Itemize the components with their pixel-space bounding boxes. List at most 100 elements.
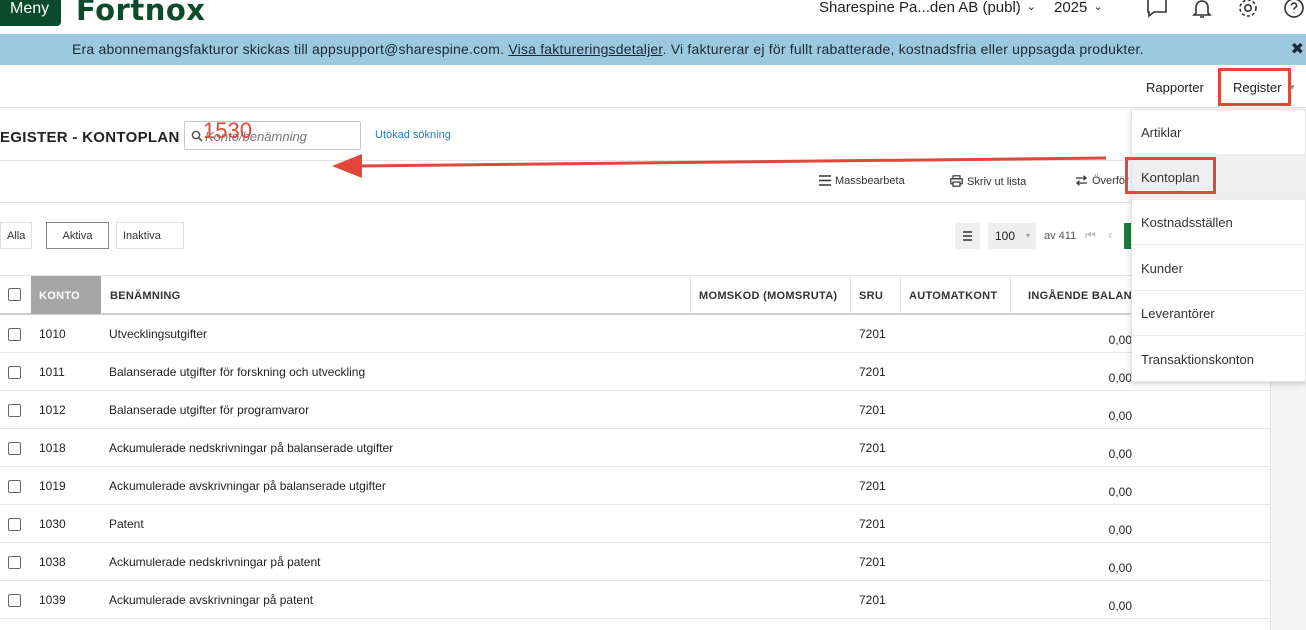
close-icon[interactable]: ✖	[1291, 34, 1304, 65]
cell-benamning: Ackumulerade avskrivningar på patent	[109, 593, 314, 607]
col-ingaende-balans[interactable]: INGÅENDE BALANS	[1028, 276, 1132, 314]
prev-page-icon[interactable]: ‹	[1108, 227, 1112, 242]
register-dropdown: Artiklar Kontoplan Kostnadsställen Kunde…	[1131, 109, 1306, 382]
table-row[interactable]: 1038 Ackumulerade nedskrivningar på pate…	[0, 543, 1270, 581]
cell-benamning: Ackumulerade nedskrivningar på balansera…	[109, 441, 394, 455]
select-all-checkbox[interactable]	[8, 288, 21, 301]
dropdown-item-kostnadsstallen[interactable]: Kostnadsställen	[1132, 200, 1306, 245]
table-header: KONTO BENÄMNING MOMSKOD (MOMSRUTA) SRU A…	[0, 275, 1270, 315]
help-icon[interactable]	[1282, 0, 1306, 20]
row-checkbox[interactable]	[8, 366, 21, 379]
cell-sru: 7201	[859, 365, 886, 379]
cell-balans: 0,00	[1108, 409, 1132, 423]
dropdown-item-leverantorer[interactable]: Leverantörer	[1132, 291, 1306, 336]
filter-inactive[interactable]: Inaktiva	[116, 222, 184, 249]
cell-benamning: Ackumulerade nedskrivningar på patent	[109, 555, 321, 569]
col-automatkont[interactable]: AUTOMATKONT	[909, 276, 997, 314]
page-title: EGISTER - KONTOPLAN	[0, 129, 180, 146]
table-row[interactable]: 1039 Ackumulerade avskrivningar på paten…	[0, 581, 1270, 619]
table-row[interactable]: 1030 Patent 7201 0,00	[0, 505, 1270, 543]
bulk-edit-button[interactable]: Massbearbeta	[819, 175, 905, 187]
col-sru[interactable]: SRU	[859, 276, 883, 314]
cell-benamning: Balanserade utgifter för programvaror	[109, 403, 310, 417]
transfer-button[interactable]: Överför	[1075, 175, 1129, 187]
table-row[interactable]: 1011 Balanserade utgifter för forskning …	[0, 353, 1270, 391]
transfer-icon	[1076, 175, 1087, 186]
chevron-down-icon: ⌄	[1093, 1, 1103, 13]
dropdown-item-kunder[interactable]: Kunder	[1132, 246, 1306, 291]
banner-text: Era abonnemangsfakturor skickas till app…	[72, 41, 1144, 57]
search-icon	[191, 129, 203, 147]
fortnox-logo[interactable]: Fortnox	[76, 0, 206, 27]
billing-banner: Era abonnemangsfakturor skickas till app…	[0, 34, 1306, 65]
divider	[0, 202, 1130, 203]
cell-balans: 0,00	[1108, 561, 1132, 575]
top-bar: Meny Fortnox Sharespine Pa...den AB (pub…	[0, 0, 1306, 34]
table-row[interactable]: 1019 Ackumulerade avskrivningar på balan…	[0, 467, 1270, 505]
cell-benamning: Utvecklingsutgifter	[109, 327, 208, 341]
table-row[interactable]: 1018 Ackumulerade nedskrivningar på bala…	[0, 429, 1270, 467]
secondary-nav: Rapporter Register ▾	[0, 65, 1306, 108]
cell-sru: 7201	[859, 593, 886, 607]
cell-konto: 1039	[39, 593, 66, 607]
row-checkbox[interactable]	[8, 480, 21, 493]
cell-balans: 0,00	[1108, 333, 1132, 347]
col-divider	[850, 276, 851, 314]
printer-icon	[950, 175, 963, 187]
dropdown-item-artiklar[interactable]: Artiklar	[1132, 110, 1306, 155]
row-checkbox[interactable]	[8, 328, 21, 341]
cell-benamning: Ackumulerade avskrivningar på balanserad…	[109, 479, 386, 493]
advanced-search-link[interactable]: Utökad sökning	[375, 129, 451, 141]
cell-sru: 7201	[859, 403, 886, 417]
billing-details-link[interactable]: Visa faktureringsdetaljer	[508, 41, 662, 57]
pager-total: av 411	[1044, 230, 1077, 242]
year-value: 2025	[1054, 0, 1088, 16]
bell-icon[interactable]	[1190, 0, 1214, 20]
cell-sru: 7201	[859, 517, 886, 531]
cell-balans: 0,00	[1108, 599, 1132, 613]
cell-sru: 7201	[859, 479, 886, 493]
cell-balans: 0,00	[1108, 371, 1132, 385]
cell-benamning: Balanserade utgifter för forskning och u…	[109, 365, 366, 379]
page-size-select[interactable]: 100 ▾	[988, 223, 1036, 249]
row-checkbox[interactable]	[8, 556, 21, 569]
cell-konto: 1012	[39, 403, 66, 417]
company-name: Sharespine Pa...den AB (publ)	[819, 0, 1021, 16]
table-row[interactable]: 1010 Utvecklingsutgifter 7201 0,00	[0, 315, 1270, 353]
col-benamning[interactable]: BENÄMNING	[110, 276, 181, 314]
menu-button[interactable]: Meny	[0, 0, 61, 26]
print-list-button[interactable]: Skriv ut lista	[950, 175, 1026, 188]
chat-icon[interactable]	[1145, 0, 1169, 20]
column-settings-button[interactable]	[955, 223, 980, 249]
cell-balans: 0,00	[1108, 523, 1132, 537]
nav-reports[interactable]: Rapporter	[1146, 80, 1204, 95]
chevron-down-icon: ⌄	[1026, 1, 1037, 13]
col-divider	[900, 276, 901, 314]
year-selector[interactable]: 2025 ⌄	[1054, 0, 1103, 16]
cell-balans: 0,00	[1108, 485, 1132, 499]
row-checkbox[interactable]	[8, 594, 21, 607]
cell-sru: 7201	[859, 327, 886, 341]
first-page-icon[interactable]: ⏮	[1085, 228, 1096, 243]
kontoplan-highlight-box	[1125, 157, 1216, 194]
col-divider	[1010, 276, 1011, 314]
row-checkbox[interactable]	[8, 442, 21, 455]
table-row[interactable]: 1012 Balanserade utgifter för programvar…	[0, 391, 1270, 429]
cell-konto: 1030	[39, 517, 66, 531]
col-momskod[interactable]: MOMSKOD (MOMSRUTA)	[699, 276, 837, 314]
register-highlight-box	[1218, 68, 1291, 106]
gear-icon[interactable]	[1236, 0, 1260, 20]
cell-konto: 1011	[39, 365, 65, 379]
dropdown-item-transaktionskonton[interactable]: Transaktionskonton	[1132, 337, 1306, 382]
row-checkbox[interactable]	[8, 518, 21, 531]
cell-konto: 1010	[39, 327, 66, 341]
row-checkbox[interactable]	[8, 404, 21, 417]
caret-down-icon: ▾	[1290, 82, 1295, 92]
col-konto[interactable]: KONTO	[31, 276, 101, 314]
filter-all[interactable]: Alla	[0, 222, 33, 249]
company-selector[interactable]: Sharespine Pa...den AB (publ) ⌄	[819, 0, 1036, 16]
filter-active[interactable]: Aktiva	[46, 222, 109, 249]
annotation-search-text: 1530	[203, 118, 252, 143]
caret-down-icon: ▾	[1025, 231, 1030, 240]
cell-sru: 7201	[859, 441, 886, 455]
